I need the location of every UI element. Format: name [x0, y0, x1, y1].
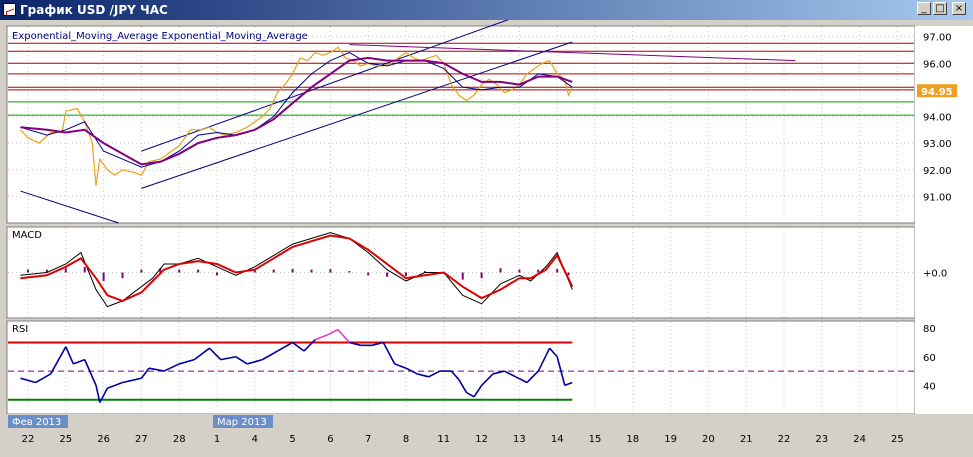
- macd-label: MACD: [12, 230, 42, 241]
- time-tick-label: 7: [365, 434, 371, 445]
- time-tick-label: 8: [403, 434, 409, 445]
- time-tick-label: 19: [664, 434, 677, 445]
- maximize-button[interactable]: □: [933, 2, 947, 15]
- price-tick-label: 92.00: [923, 166, 952, 177]
- time-tick-label: 1: [214, 434, 220, 445]
- minimize-button[interactable]: _: [917, 2, 931, 15]
- time-tick-label: 14: [551, 434, 564, 445]
- time-tick-label: 26: [97, 434, 110, 445]
- price-tick-label: 94.00: [923, 113, 952, 124]
- time-tick-label: 24: [853, 434, 866, 445]
- time-tick-label: 13: [513, 434, 526, 445]
- time-tick-label: 22: [22, 434, 35, 445]
- month-label: Фев 2013: [12, 417, 61, 428]
- time-tick-label: 12: [475, 434, 488, 445]
- month-label: Мар 2013: [217, 417, 267, 428]
- time-tick-label: 25: [891, 434, 904, 445]
- rsi-label: RSI: [12, 324, 28, 335]
- time-tick-label: 21: [740, 434, 753, 445]
- chart-app-icon: [3, 3, 16, 16]
- title-bar[interactable]: График USD /JPY ЧАС _ □ ×: [0, 0, 973, 20]
- macd-tick-label: +0.0: [923, 269, 947, 280]
- window-title: График USD /JPY ЧАС: [20, 3, 168, 17]
- price-tick-label: 97.00: [923, 33, 952, 44]
- rsi-tick-label: 40: [923, 381, 936, 392]
- price-tick-label: 91.00: [923, 192, 952, 203]
- price-legend: Exponential_Moving_Average Exponential_M…: [12, 31, 308, 42]
- price-tick-label: 96.00: [923, 59, 952, 70]
- time-tick-label: 18: [626, 434, 639, 445]
- rsi-tick-label: 60: [923, 353, 936, 364]
- time-tick-label: 25: [59, 434, 72, 445]
- time-tick-label: 27: [135, 434, 148, 445]
- time-tick-label: 15: [589, 434, 602, 445]
- chart-svg[interactable]: 97.0096.0095.0094.0093.0092.0091.0094.95…: [0, 20, 973, 457]
- chart-window: График USD /JPY ЧАС _ □ × 97.0096.0095.0…: [0, 0, 973, 457]
- time-tick-label: 4: [252, 434, 258, 445]
- price-tick-label: 93.00: [923, 139, 952, 150]
- rsi-tick-label: 80: [923, 324, 936, 335]
- time-tick-label: 28: [173, 434, 186, 445]
- time-tick-label: 20: [702, 434, 715, 445]
- close-button[interactable]: ×: [952, 2, 966, 15]
- price-panel[interactable]: [6, 25, 916, 224]
- current-price-label: 94.95: [921, 87, 953, 98]
- time-tick-label: 22: [778, 434, 791, 445]
- time-tick-label: 11: [437, 434, 450, 445]
- time-tick-label: 23: [815, 434, 828, 445]
- time-tick-label: 6: [327, 434, 333, 445]
- time-tick-label: 5: [289, 434, 295, 445]
